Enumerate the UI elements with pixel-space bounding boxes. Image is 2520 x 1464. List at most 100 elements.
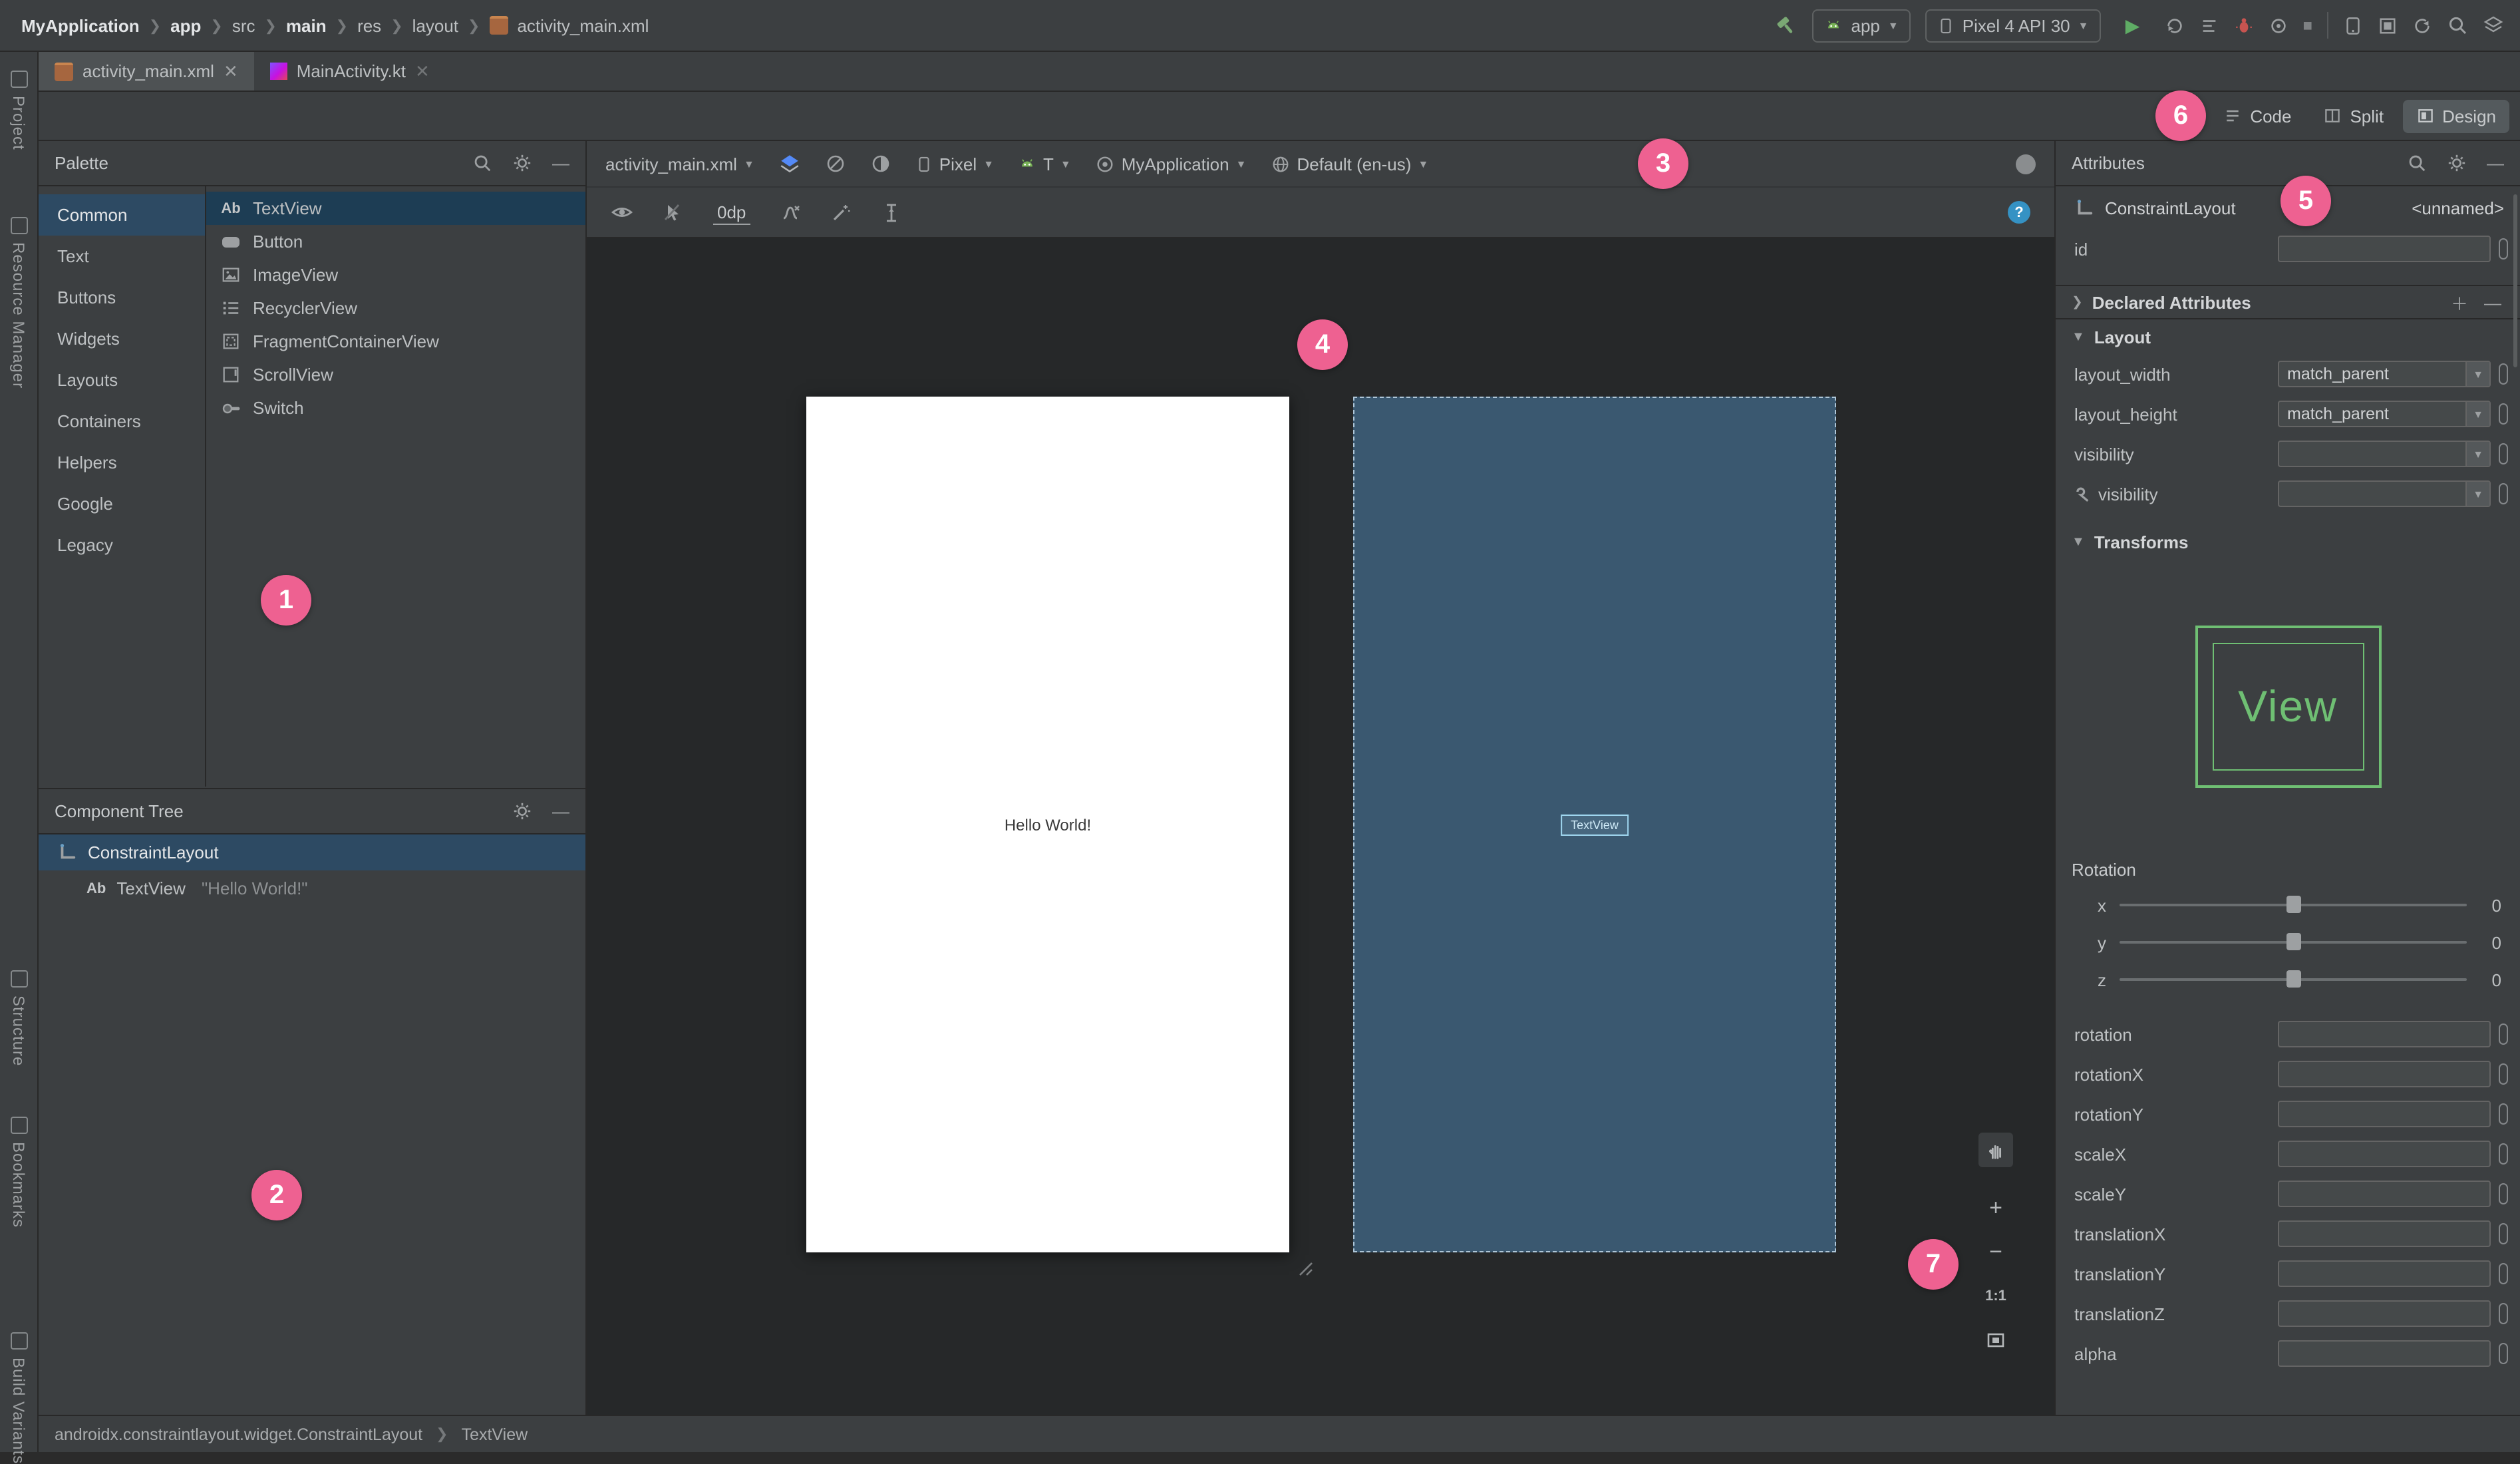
layout-inspector-icon[interactable] <box>2378 15 2398 35</box>
close-icon[interactable]: ✕ <box>224 61 238 82</box>
design-surface-icon[interactable] <box>778 152 801 175</box>
autoconnect-icon[interactable] <box>663 202 684 223</box>
rotation-y-slider[interactable] <box>2120 932 2467 953</box>
resource-picker[interactable] <box>2499 1343 2508 1364</box>
sidebar-item-bookmarks[interactable]: Bookmarks <box>0 1117 37 1228</box>
resource-picker[interactable] <box>2499 1183 2508 1204</box>
resource-picker[interactable] <box>2499 238 2508 260</box>
resource-picker[interactable] <box>2499 403 2508 425</box>
palette-category-google[interactable]: Google <box>39 483 205 524</box>
chevron-down-icon[interactable]: ▼ <box>2465 442 2489 466</box>
night-mode-icon[interactable] <box>870 153 891 174</box>
breadcrumb-src[interactable]: src <box>232 15 255 35</box>
resource-picker[interactable] <box>2499 1223 2508 1244</box>
palette-category-text[interactable]: Text <box>39 236 205 277</box>
scalex-field[interactable] <box>2278 1141 2491 1167</box>
scaley-field[interactable] <box>2278 1181 2491 1207</box>
resource-picker[interactable] <box>2499 363 2508 385</box>
visibility-select[interactable]: ▼ <box>2278 441 2491 467</box>
view-mode-design[interactable]: Design <box>2402 99 2509 132</box>
palette-item-imageview[interactable]: ImageView <box>206 258 585 291</box>
rotation-field[interactable] <box>2278 1021 2491 1047</box>
resource-picker[interactable] <box>2499 443 2508 464</box>
locale-select[interactable]: Default (en-us) ▼ <box>1270 154 1428 174</box>
chevron-down-icon[interactable]: ▼ <box>2465 362 2489 386</box>
resource-picker[interactable] <box>2499 1303 2508 1324</box>
layout-width-select[interactable]: match_parent ▼ <box>2278 361 2491 387</box>
help-icon[interactable]: ? <box>2008 201 2030 224</box>
resource-picker[interactable] <box>2499 1103 2508 1125</box>
gear-icon[interactable] <box>512 153 532 173</box>
api-version-select[interactable]: T ▼ <box>1018 154 1071 174</box>
gear-icon[interactable] <box>2447 153 2467 173</box>
blueprint-preview-surface[interactable]: TextView <box>1353 397 1836 1252</box>
translationy-field[interactable] <box>2278 1260 2491 1287</box>
clear-constraints-icon[interactable] <box>779 202 800 223</box>
rotation-z-slider[interactable] <box>2120 969 2467 990</box>
view-mode-split[interactable]: Split <box>2310 99 2397 132</box>
resource-picker[interactable] <box>2499 1263 2508 1284</box>
debug-bug-icon[interactable] <box>2234 15 2254 35</box>
close-icon[interactable]: ✕ <box>415 61 430 82</box>
zoom-in-button[interactable]: + <box>1978 1192 2013 1224</box>
translationz-field[interactable] <box>2278 1300 2491 1327</box>
translationx-field[interactable] <box>2278 1220 2491 1247</box>
breadcrumb-file[interactable]: activity_main.xml <box>517 15 649 35</box>
palette-item-recyclerview[interactable]: RecyclerView <box>206 291 585 325</box>
palette-category-widgets[interactable]: Widgets <box>39 318 205 359</box>
design-canvas[interactable]: Hello World! TextView + − 1:1 <box>587 238 2054 1415</box>
device-select[interactable]: Pixel 4 API 30 ▼ <box>1925 9 2101 42</box>
status-selected-component[interactable]: TextView <box>462 1425 528 1443</box>
attach-debugger-icon[interactable] <box>2269 15 2288 35</box>
minimize-icon[interactable]: — <box>552 153 569 173</box>
palette-category-common[interactable]: Common <box>39 194 205 236</box>
layout-file-select[interactable]: activity_main.xml ▼ <box>605 154 754 174</box>
status-class-path[interactable]: androidx.constraintlayout.widget.Constra… <box>55 1425 422 1443</box>
tree-row-constraintlayout[interactable]: ConstraintLayout <box>39 834 585 870</box>
palette-category-containers[interactable]: Containers <box>39 401 205 442</box>
breadcrumb-layout[interactable]: layout <box>412 15 458 35</box>
default-margin-button[interactable]: 0dp <box>713 200 750 224</box>
tab-mainactivity-kt[interactable]: MainActivity.kt ✕ <box>254 52 446 91</box>
chevron-down-icon[interactable]: ▼ <box>2465 482 2489 506</box>
slider-thumb[interactable] <box>2286 933 2300 950</box>
palette-category-legacy[interactable]: Legacy <box>39 524 205 566</box>
view-mode-code[interactable]: Code <box>2210 99 2304 132</box>
rotationx-field[interactable] <box>2278 1061 2491 1087</box>
stop-button[interactable]: ■ <box>2303 16 2313 35</box>
palette-item-switch[interactable]: Switch <box>206 391 585 425</box>
design-preview-surface[interactable]: Hello World! <box>806 397 1289 1252</box>
sync-gradle-icon[interactable] <box>2412 15 2432 35</box>
chevron-down-icon[interactable]: ▼ <box>2465 402 2489 426</box>
tools-visibility-select[interactable]: ▼ <box>2278 480 2491 507</box>
device-select-design[interactable]: Pixel ▼ <box>915 154 994 174</box>
slider-thumb[interactable] <box>2286 970 2300 988</box>
remove-attribute-icon[interactable]: — <box>2484 292 2501 312</box>
build-hammer-icon[interactable] <box>1774 13 1798 37</box>
breadcrumb-project[interactable]: MyApplication <box>21 15 140 35</box>
alpha-field[interactable] <box>2278 1340 2491 1367</box>
id-field[interactable] <box>2278 236 2491 262</box>
palette-item-fragmentcontainerview[interactable]: FragmentContainerView <box>206 325 585 358</box>
layout-section-header[interactable]: ▼ Layout <box>2056 319 2520 354</box>
resource-picker[interactable] <box>2499 1143 2508 1165</box>
palette-item-scrollview[interactable]: ScrollView <box>206 358 585 391</box>
scrollbar[interactable] <box>2513 194 2517 367</box>
guideline-icon[interactable] <box>880 202 901 223</box>
tree-row-textview[interactable]: Ab TextView "Hello World!" <box>39 870 585 906</box>
apply-changes-icon[interactable] <box>2165 15 2185 35</box>
slider-thumb[interactable] <box>2286 896 2300 913</box>
rotation-x-slider[interactable] <box>2120 894 2467 916</box>
sidebar-item-structure[interactable]: Structure <box>0 970 37 1066</box>
sidebar-item-resource-manager[interactable]: Resource Manager <box>0 217 37 389</box>
theme-select[interactable]: MyApplication ▼ <box>1095 154 1246 174</box>
breadcrumb-res[interactable]: res <box>357 15 381 35</box>
pan-hand-icon[interactable] <box>1978 1133 2013 1167</box>
settings-stack-icon[interactable] <box>2483 15 2504 36</box>
search-everywhere-icon[interactable] <box>2447 15 2468 36</box>
rotationy-field[interactable] <box>2278 1101 2491 1127</box>
resource-picker[interactable] <box>2499 1023 2508 1045</box>
zoom-out-button[interactable]: − <box>1978 1236 2013 1268</box>
palette-category-helpers[interactable]: Helpers <box>39 442 205 483</box>
run-button[interactable]: ▶ <box>2116 9 2150 41</box>
